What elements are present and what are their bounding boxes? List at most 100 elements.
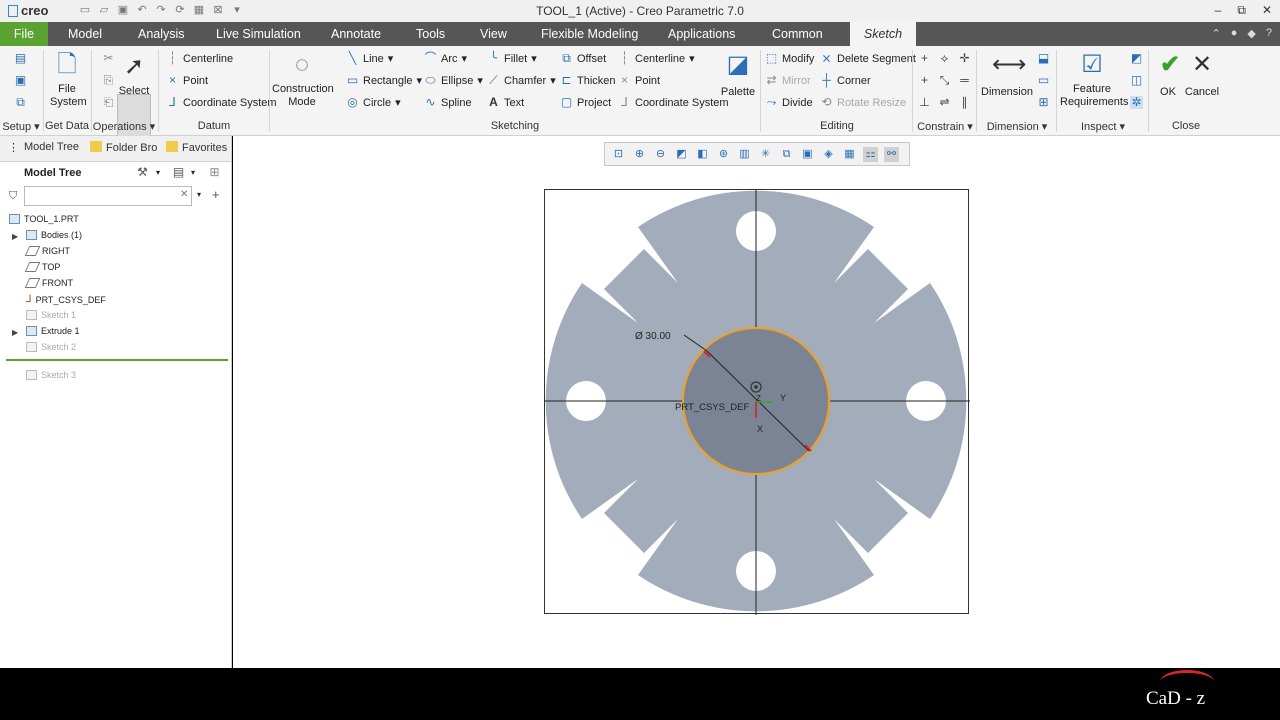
tree-item-front[interactable]: FRONT xyxy=(24,278,73,288)
spline-button[interactable]: ∿ Spline xyxy=(424,96,471,109)
diameter-dimension[interactable]: Ø 30.00 xyxy=(635,331,671,342)
tab-model[interactable]: Model xyxy=(68,22,102,46)
project-button[interactable]: ▢ Project xyxy=(560,96,611,109)
display-style-icon[interactable]: ◧ xyxy=(695,147,710,162)
saved-orientations-icon[interactable]: ⊛ xyxy=(716,147,731,162)
tree-item-sketch-1[interactable]: Sketch 1 xyxy=(26,310,76,320)
cut-icon[interactable]: ✂ xyxy=(102,52,115,65)
midpoint-constraint-icon[interactable]: ✛ xyxy=(958,52,971,65)
dimension-button[interactable]: ⟷ Dimension xyxy=(980,50,1034,99)
perimeter-icon[interactable]: ⬓ xyxy=(1037,52,1050,65)
constraints-display-icon[interactable]: ⚯ xyxy=(884,146,899,162)
close-button[interactable]: ✕ xyxy=(1262,3,1272,18)
circle-dropdown-icon[interactable]: ▾ xyxy=(395,96,401,109)
equal-constraint-icon[interactable]: ⇌ xyxy=(938,96,951,109)
tree-item-bodies[interactable]: Bodies (1) xyxy=(26,230,82,240)
centerline-dropdown-icon[interactable]: ▾ xyxy=(689,52,695,65)
palette-button[interactable]: ◪ Palette xyxy=(718,50,758,99)
tab-tools[interactable]: Tools xyxy=(416,22,445,46)
mirror-button[interactable]: ⇄ Mirror xyxy=(765,74,810,87)
tree-settings-dropdown-icon[interactable]: ▾ xyxy=(156,168,160,177)
collapse-ribbon-icon[interactable]: ⌃ xyxy=(1212,27,1221,40)
tab-model-tree[interactable]: ⋮ Model Tree xyxy=(8,141,79,154)
annotation-display-icon[interactable]: ▣ xyxy=(800,147,815,162)
modify-button[interactable]: ⬚ Modify xyxy=(765,52,815,65)
tab-sketch[interactable]: Sketch xyxy=(850,22,916,46)
datum-display-icon[interactable]: ✳ xyxy=(758,147,773,162)
reference-dimension-icon[interactable]: ⊞ xyxy=(1037,96,1050,109)
rectangle-button[interactable]: ▭ Rectangle ▾ xyxy=(346,74,422,88)
tab-folder-browser[interactable]: Folder Bro xyxy=(90,141,157,154)
ellipse-dropdown-icon[interactable]: ▾ xyxy=(477,74,483,87)
corner-button[interactable]: ┼ Corner xyxy=(820,74,870,87)
sketch-view-icon[interactable]: ▦ xyxy=(842,147,857,162)
search-help-icon[interactable]: ◆ xyxy=(1247,27,1255,40)
tab-view[interactable]: View xyxy=(480,22,507,46)
text-button[interactable]: A Text xyxy=(487,96,524,109)
baseline-icon[interactable]: ▭ xyxy=(1037,74,1050,87)
chamfer-dropdown-icon[interactable]: ▾ xyxy=(550,74,556,87)
cancel-button[interactable]: ✕ Cancel xyxy=(1184,50,1220,99)
tree-filter-icon[interactable]: ⊞ xyxy=(208,166,221,179)
add-icon[interactable]: + xyxy=(212,187,220,202)
copy-icon[interactable]: ⎘ xyxy=(102,74,115,87)
refit-icon[interactable]: ⊡ xyxy=(611,147,626,162)
tangent-constraint-icon[interactable]: ⟡ xyxy=(938,52,951,65)
line-button[interactable]: ╲ Line ▾ xyxy=(346,52,394,66)
tree-item-top[interactable]: TOP xyxy=(24,262,60,272)
perpendicular-constraint-icon[interactable]: ⊥ xyxy=(918,96,931,109)
sketch-view[interactable]: Ø 30.00 Y X Z PRT_CSYS_DEF xyxy=(544,189,970,615)
tab-applications[interactable]: Applications xyxy=(668,22,735,46)
expand-bodies-icon[interactable]: ▶ xyxy=(12,232,18,241)
datum-centerline-button[interactable]: ┆ Centerline xyxy=(166,52,233,65)
sketch-setup-icon[interactable]: ▤ xyxy=(14,52,27,65)
insert-indicator[interactable] xyxy=(6,359,228,361)
group-constrain[interactable]: Constrain ▾ xyxy=(914,120,976,133)
circle-button[interactable]: ◎ Circle ▾ xyxy=(346,96,401,110)
tree-item-extrude-1[interactable]: Extrude 1 xyxy=(26,326,80,336)
arc-dropdown-icon[interactable]: ▾ xyxy=(462,52,468,65)
search-dropdown-icon[interactable]: ▾ xyxy=(197,190,201,199)
shade-closed-loops-icon[interactable]: ◩ xyxy=(1130,52,1143,65)
vertical-constraint-icon[interactable]: + xyxy=(918,52,931,65)
sketch-csys-button[interactable]: ⅃ Coordinate System xyxy=(618,96,728,109)
arc-button[interactable]: ⌒ Arc ▾ xyxy=(424,52,468,66)
tab-analysis[interactable]: Analysis xyxy=(138,22,185,46)
tree-item-sketch-2[interactable]: Sketch 2 xyxy=(26,342,76,352)
ellipse-button[interactable]: ⬭ Ellipse ▾ xyxy=(424,74,483,88)
coincident-constraint-icon[interactable]: ⤡ xyxy=(938,74,951,87)
sketch-view-icon[interactable]: ⧉ xyxy=(14,96,27,109)
tab-annotate[interactable]: Annotate xyxy=(331,22,381,46)
symmetric-constraint-icon[interactable]: ═ xyxy=(958,74,971,87)
thicken-button[interactable]: ⊏ Thicken xyxy=(560,74,615,87)
perspective-icon[interactable]: ◈ xyxy=(821,147,836,162)
paste-icon[interactable]: ⎗ xyxy=(102,96,115,109)
ok-button[interactable]: ✔ OK xyxy=(1155,50,1181,99)
help-icon[interactable]: ? xyxy=(1266,27,1272,40)
tree-settings-icon[interactable]: ⚒ xyxy=(136,166,149,179)
clear-search-icon[interactable]: ✕ xyxy=(180,189,188,200)
tab-favorites[interactable]: Favorites xyxy=(166,141,227,154)
tab-common[interactable]: Common xyxy=(772,22,823,46)
fillet-button[interactable]: ╰ Fillet ▾ xyxy=(487,52,537,66)
sketch-point-button[interactable]: × Point xyxy=(618,74,660,87)
zoom-in-icon[interactable]: ⊕ xyxy=(632,147,647,162)
show-icon[interactable]: ▤ xyxy=(172,166,185,179)
filter-icon[interactable]: ⛉ xyxy=(9,190,17,203)
tree-item-csys[interactable]: ⅃ PRT_CSYS_DEF xyxy=(26,294,106,305)
tree-item-right[interactable]: RIGHT xyxy=(24,246,70,256)
sketch-centerline-button[interactable]: ┆ Centerline ▾ xyxy=(618,52,695,66)
tab-flexible-modeling[interactable]: Flexible Modeling xyxy=(541,22,638,46)
view-manager-icon[interactable]: ▥ xyxy=(737,147,752,162)
line-dropdown-icon[interactable]: ▾ xyxy=(388,52,394,65)
overlapping-geometry-icon[interactable]: ✲ xyxy=(1130,96,1143,109)
group-dimension[interactable]: Dimension ▾ xyxy=(978,120,1056,133)
horizontal-constraint-icon[interactable]: + xyxy=(918,74,931,87)
tab-live-simulation[interactable]: Live Simulation xyxy=(216,22,301,46)
construction-mode-button[interactable]: ◌ Construction Mode xyxy=(272,50,334,109)
tab-file[interactable]: File xyxy=(0,22,48,46)
tree-item-part[interactable]: TOOL_1.PRT xyxy=(9,214,79,224)
divide-button[interactable]: ⤳ Divide xyxy=(765,96,813,109)
tree-item-sketch-3[interactable]: Sketch 3 xyxy=(26,370,76,380)
fillet-dropdown-icon[interactable]: ▾ xyxy=(531,52,537,65)
